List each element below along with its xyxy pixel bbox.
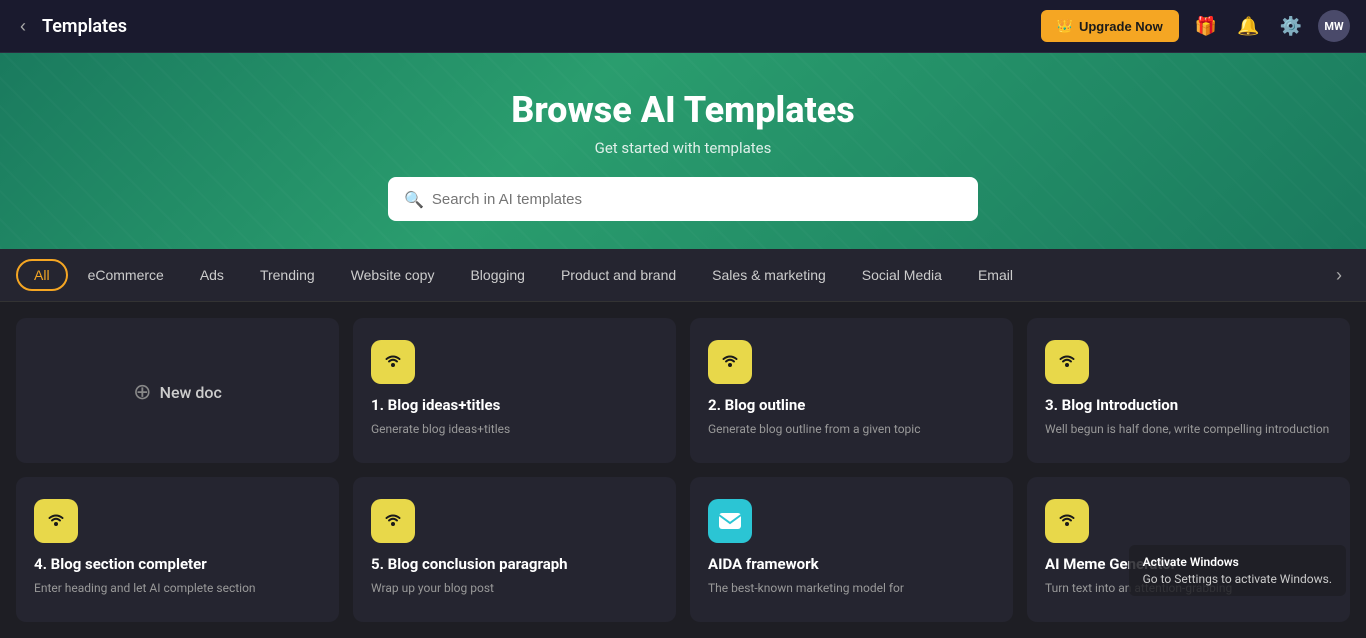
card-title: AI Meme Generator xyxy=(1045,555,1332,573)
card-description: Generate blog outline from a given topic xyxy=(708,420,995,438)
card-icon-blog-outline xyxy=(708,340,752,384)
header-right: 👑 Upgrade Now 🎁 🔔 ⚙️ MW xyxy=(1041,10,1350,42)
avatar[interactable]: MW xyxy=(1318,10,1350,42)
card-icon-ai-meme xyxy=(1045,499,1089,543)
card-icon-blog-section xyxy=(34,499,78,543)
hero-title: Browse AI Templates xyxy=(20,89,1346,131)
template-grid: ⊕ New doc 1. Blog ideas+titles Generate b… xyxy=(0,302,1366,638)
tab-ads[interactable]: Ads xyxy=(184,261,240,289)
search-input[interactable] xyxy=(432,191,962,208)
gift-icon[interactable]: 🎁 xyxy=(1191,12,1221,41)
template-card-blog-conclusion[interactable]: 5. Blog conclusion paragraph Wrap up your… xyxy=(353,477,676,622)
tab-sales-marketing[interactable]: Sales & marketing xyxy=(696,261,842,289)
card-title: 1. Blog ideas+titles xyxy=(371,396,658,414)
card-icon-blog-conclusion xyxy=(371,499,415,543)
plus-circle-icon: ⊕ xyxy=(133,380,151,405)
card-icon-blog-ideas xyxy=(371,340,415,384)
card-description: The best-known marketing model for xyxy=(708,579,995,597)
template-card-ai-meme[interactable]: AI Meme Generator Turn text into an atten… xyxy=(1027,477,1350,622)
tabs-scroll-right[interactable]: › xyxy=(1328,261,1350,290)
card-description: Wrap up your blog post xyxy=(371,579,658,597)
upgrade-button[interactable]: 👑 Upgrade Now xyxy=(1041,10,1179,42)
header-left: ‹ Templates xyxy=(16,12,1041,41)
settings-icon[interactable]: ⚙️ xyxy=(1276,12,1306,41)
card-title: AIDA framework xyxy=(708,555,995,573)
crown-icon: 👑 xyxy=(1057,18,1073,34)
search-icon: 🔍 xyxy=(404,190,424,209)
card-title: 2. Blog outline xyxy=(708,396,995,414)
tab-ecommerce[interactable]: eCommerce xyxy=(72,261,180,289)
template-card-aida[interactable]: AIDA framework The best-known marketing m… xyxy=(690,477,1013,622)
card-title: 4. Blog section completer xyxy=(34,555,321,573)
tab-website-copy[interactable]: Website copy xyxy=(335,261,451,289)
hero-subtitle: Get started with templates xyxy=(20,139,1346,157)
card-description: Well begun is half done, write compellin… xyxy=(1045,420,1332,438)
card-icon-aida xyxy=(708,499,752,543)
card-title: 3. Blog Introduction xyxy=(1045,396,1332,414)
template-card-blog-section[interactable]: 4. Blog section completer Enter heading a… xyxy=(16,477,339,622)
tab-all[interactable]: All xyxy=(16,259,68,291)
upgrade-label: Upgrade Now xyxy=(1079,19,1163,34)
tab-trending[interactable]: Trending xyxy=(244,261,331,289)
new-doc-label: New doc xyxy=(160,383,222,402)
card-description: Enter heading and let AI complete sectio… xyxy=(34,579,321,597)
header: ‹ Templates 👑 Upgrade Now 🎁 🔔 ⚙️ MW xyxy=(0,0,1366,53)
template-card-blog-intro[interactable]: 3. Blog Introduction Well begun is half d… xyxy=(1027,318,1350,463)
card-description: Generate blog ideas+titles xyxy=(371,420,658,438)
tab-blogging[interactable]: Blogging xyxy=(454,261,541,289)
search-bar: 🔍 xyxy=(388,177,978,221)
card-description: Turn text into an attention-grabbing xyxy=(1045,579,1332,597)
hero-banner: Browse AI Templates Get started with tem… xyxy=(0,53,1366,249)
card-icon-blog-intro xyxy=(1045,340,1089,384)
category-tabs: AlleCommerceAdsTrendingWebsite copyBlogg… xyxy=(0,249,1366,302)
page-title: Templates xyxy=(42,16,127,37)
new-doc-card[interactable]: ⊕ New doc xyxy=(16,318,339,463)
template-card-blog-ideas[interactable]: 1. Blog ideas+titles Generate blog ideas+… xyxy=(353,318,676,463)
card-title: 5. Blog conclusion paragraph xyxy=(371,555,658,573)
template-card-blog-outline[interactable]: 2. Blog outline Generate blog outline fro… xyxy=(690,318,1013,463)
back-button[interactable]: ‹ xyxy=(16,12,30,41)
notification-icon[interactable]: 🔔 xyxy=(1233,12,1263,41)
tab-product-brand[interactable]: Product and brand xyxy=(545,261,692,289)
tab-social-media[interactable]: Social Media xyxy=(846,261,958,289)
tab-email[interactable]: Email xyxy=(962,261,1029,289)
